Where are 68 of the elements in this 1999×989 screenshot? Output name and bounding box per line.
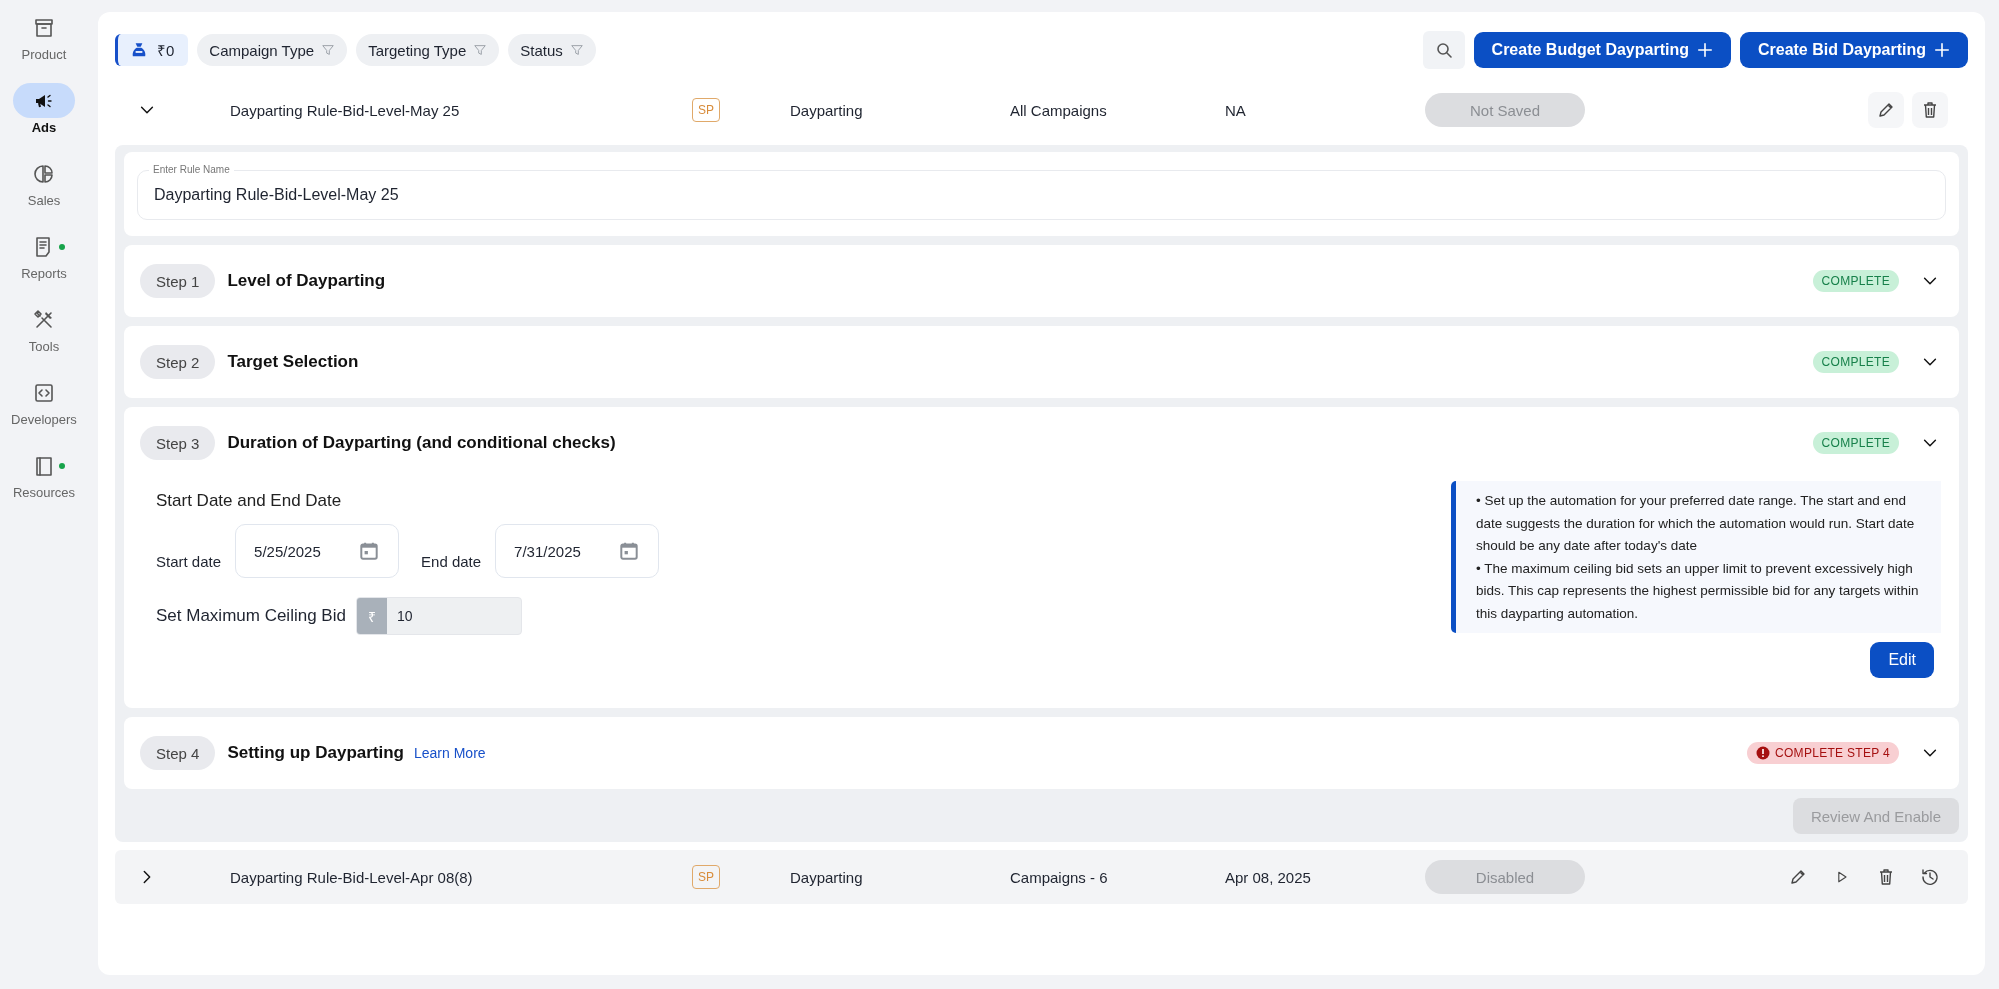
date-field[interactable]: 5/25/2025 <box>235 524 400 578</box>
step-title: Setting up Dayparting <box>227 743 404 763</box>
sidebar-item[interactable]: Sales <box>0 156 88 229</box>
step-label: Step 2 <box>140 345 216 379</box>
book-icon <box>33 454 55 477</box>
money-bag-icon <box>130 41 148 59</box>
filter-icon <box>473 43 488 57</box>
create-button[interactable]: Create Bid Dayparting <box>1739 32 1968 68</box>
tools-icon <box>33 308 55 331</box>
sidebar-item[interactable]: Reports <box>0 229 88 302</box>
filter-icon <box>569 43 584 57</box>
archive-box-icon <box>33 16 55 39</box>
sidebar-item[interactable]: Ads <box>0 83 88 156</box>
learn-more-link[interactable]: Learn More <box>414 745 486 761</box>
budget-chip[interactable]: ₹0 <box>115 34 189 66</box>
search-button[interactable] <box>1422 31 1465 69</box>
status-badge: COMPLETE <box>1812 351 1899 373</box>
create-button[interactable]: Create Budget Dayparting <box>1473 32 1731 68</box>
status-badge: COMPLETE STEP 4 <box>1747 742 1899 764</box>
search-icon <box>1434 41 1453 59</box>
filter-chip[interactable]: Status <box>508 34 596 66</box>
sidebar-item[interactable]: Developers <box>0 375 88 448</box>
status-badge: COMPLETE <box>1812 432 1899 454</box>
ad-type-tag: SP <box>692 865 720 889</box>
status-pill: Disabled <box>1425 860 1585 894</box>
step-title: Duration of Dayparting (and conditional checks) <box>227 433 616 453</box>
code-icon <box>33 381 55 404</box>
filter-chip[interactable]: Campaign Type <box>197 34 348 66</box>
status-badge: COMPLETE <box>1812 270 1899 292</box>
step-title: Target Selection <box>227 352 359 372</box>
delete-button[interactable] <box>1912 92 1948 128</box>
filter-icon <box>321 43 336 57</box>
sidebar-item[interactable]: Product <box>0 10 88 83</box>
currency-symbol: ₹ <box>356 598 387 634</box>
section-heading: Start Date and End Date <box>156 491 343 511</box>
rule-name: Dayparting Rule-Bid-Level-Apr 08(8) <box>230 868 474 886</box>
rule-type: Dayparting <box>790 101 864 119</box>
step-label: Step 3 <box>140 426 216 460</box>
history-icon <box>1920 867 1940 887</box>
edit-button[interactable] <box>1868 92 1904 128</box>
step-label: Step 4 <box>140 736 216 770</box>
campaign-scope: Campaigns - 6 <box>1010 868 1109 886</box>
field-label: Start date <box>156 553 222 570</box>
edit-button[interactable]: Edit <box>1870 642 1934 678</box>
calendar-icon <box>618 540 641 562</box>
rule-date: NA <box>1225 101 1247 119</box>
filter-chip[interactable]: Targeting Type <box>356 34 500 66</box>
pie-chart-icon <box>33 162 55 185</box>
campaign-scope: All Campaigns <box>1010 101 1108 119</box>
info-text: • Set up the automation for your preferred date range. The start and end date suggests the duration for which the automation would run. Start date should be any date after today's date <box>1476 492 1916 555</box>
rule-name: Dayparting Rule-Bid-Level-May 25 <box>230 101 461 119</box>
sidebar-item[interactable]: Tools <box>0 302 88 375</box>
ad-type-tag: SP <box>692 98 720 122</box>
step-title: Level of Dayparting <box>227 271 386 291</box>
field-label: Set Maximum Ceiling Bid <box>156 606 346 626</box>
calendar-icon <box>358 540 381 562</box>
alert-icon <box>1756 746 1770 760</box>
date-field[interactable]: 7/31/2025 <box>495 524 660 578</box>
status-pill: Not Saved <box>1425 93 1585 127</box>
plus-icon <box>1934 42 1950 58</box>
step-label: Step 1 <box>140 264 216 298</box>
sidebar-item[interactable]: Resources <box>0 448 88 521</box>
plus-icon <box>1696 42 1713 58</box>
field-label: End date <box>421 553 482 570</box>
rule-date: Apr 08, 2025 <box>1225 868 1312 886</box>
info-text: • The maximum ceiling bid sets an upper limit to prevent excessively high bids. This cap represents the highest permissible bid for any targets within this dayparting automation. <box>1476 559 1920 623</box>
rule-type: Dayparting <box>790 868 864 886</box>
bid-field[interactable]: ₹ 10 <box>355 597 522 635</box>
